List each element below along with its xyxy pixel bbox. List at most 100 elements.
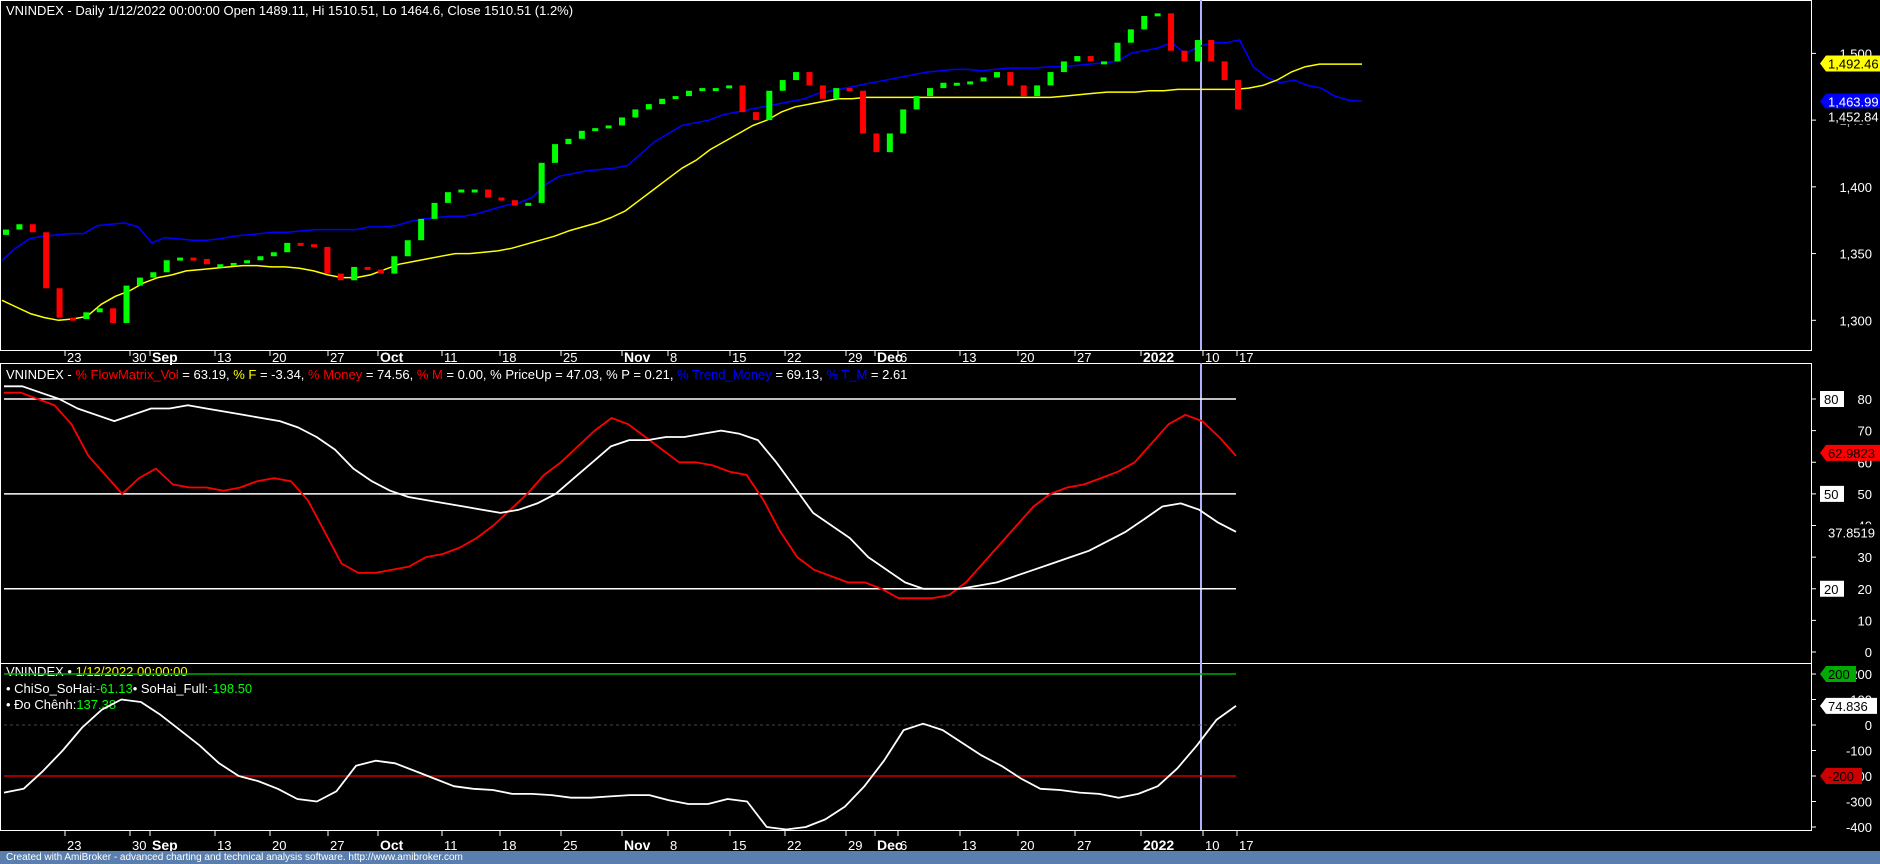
candle (712, 88, 719, 92)
candle (418, 218, 425, 241)
candle (1007, 72, 1014, 86)
flowmatrix-panel-title-segment: % FlowMatrix_Vol (75, 367, 178, 382)
candle (980, 77, 987, 82)
candle (96, 308, 103, 313)
candle (806, 72, 813, 86)
candle (860, 90, 867, 134)
flowmatrix-panel-title-segment: = 74.56, (362, 367, 417, 382)
candle (123, 285, 130, 323)
candle (83, 312, 90, 319)
candle (217, 264, 224, 268)
candle (619, 117, 625, 126)
x-tick-label: 10 (1205, 350, 1219, 365)
y-tick-label: 50 (1858, 487, 1872, 502)
y-tick-label: 70 (1858, 424, 1872, 439)
candle (270, 252, 277, 257)
candle (110, 308, 117, 323)
sohai-legend-line-segment: • Đo Chênh: (6, 697, 76, 712)
value-label-text: -200 (1828, 769, 1854, 784)
candle (1034, 85, 1041, 97)
candle (16, 224, 23, 230)
candle (43, 232, 50, 289)
candle (752, 112, 759, 121)
y-tick-label: 0 (1865, 645, 1872, 660)
candle (69, 317, 76, 321)
footer-credit: Created with AmiBroker - advanced charti… (0, 851, 1880, 864)
candle (685, 90, 692, 97)
candle (471, 189, 478, 193)
value-label-text: 1,492.46 (1828, 56, 1879, 71)
candle (1127, 29, 1134, 43)
x-tick-label: 25 (563, 350, 577, 365)
x-tick-label: Oct (380, 349, 404, 365)
candle (257, 256, 264, 261)
candle (284, 242, 291, 253)
candle (1154, 13, 1161, 17)
sohai-legend-line-segment: -198.50 (208, 681, 252, 696)
candle (29, 224, 36, 233)
value-label: 1,452.84 (1820, 108, 1880, 125)
level-label: 50 (1824, 487, 1838, 502)
y-tick-label: -100 (1846, 744, 1872, 759)
sohai-legend-line-segment: • ChiSo_SoHai: (6, 681, 96, 696)
series-line-do-chenh (3, 698, 1237, 831)
candle (1235, 80, 1241, 110)
candle (1181, 50, 1188, 62)
sohai-panel-title-segment: VNINDEX • (6, 664, 76, 679)
panel-1-frame (0, 0, 1812, 351)
flowmatrix-panel-title-segment: % T_M (826, 367, 867, 382)
candle (431, 202, 438, 219)
y-tick-label: 20 (1858, 582, 1872, 597)
candle (819, 85, 826, 99)
candle (1020, 85, 1027, 97)
y-tick-label: 1,400 (1839, 180, 1872, 195)
x-tick-label: 29 (848, 350, 862, 365)
candle (1114, 42, 1121, 62)
y-tick-label: 30 (1858, 550, 1872, 565)
value-label: 1,463.99 (1820, 93, 1880, 110)
panel-2-frame (0, 363, 1812, 664)
value-label-text: 1,463.99 (1828, 94, 1879, 109)
candle (311, 244, 317, 248)
candle (1221, 61, 1228, 81)
y-tick-label: -300 (1846, 795, 1872, 810)
flowmatrix-panel-title-segment: = 69.13, (772, 367, 827, 382)
candle (578, 130, 585, 139)
x-tick-label: 2022 (1143, 349, 1174, 365)
candle (351, 266, 358, 281)
candle (1060, 61, 1067, 73)
candle (324, 246, 331, 274)
flowmatrix-panel-title: VNINDEX - % FlowMatrix_Vol = 63.19, % F … (6, 367, 907, 382)
candle (297, 242, 304, 246)
candle (645, 104, 652, 110)
candle (3, 229, 9, 235)
candle (391, 256, 398, 274)
candle (552, 144, 559, 163)
candle (458, 189, 465, 193)
y-tick-label: 1,300 (1839, 313, 1872, 328)
value-label-text: 74.836 (1828, 699, 1868, 714)
candle (177, 257, 184, 261)
candle (726, 85, 733, 89)
x-tick-label: 22 (787, 350, 801, 365)
candle (337, 273, 344, 281)
y-tick-label: 1,350 (1839, 247, 1872, 262)
candle (498, 197, 505, 201)
flowmatrix-panel-title-segment: % Money (308, 367, 363, 382)
sohai-panel-title: VNINDEX • 1/12/2022 00:00:00 (6, 664, 188, 679)
flowmatrix-panel-title-segment: = 0.00, % PriceUp = 47.03, % P = 0.21, (443, 367, 677, 382)
y-tick-label: 10 (1858, 613, 1872, 628)
candle (1168, 13, 1175, 51)
candle (150, 272, 157, 278)
candle (967, 81, 974, 85)
price-chart-title-segment: VNINDEX - Daily 1/12/2022 00:00:00 Open … (6, 3, 573, 18)
candle (1194, 40, 1201, 62)
sohai-panel-title-segment: 1/12/2022 00:00:00 (76, 664, 188, 679)
sohai-legend-line: • Đo Chênh:137.38 (6, 697, 116, 712)
candle (766, 90, 773, 121)
x-tick-label: Dec (877, 349, 903, 365)
level-label: 80 (1824, 392, 1838, 407)
candle (136, 277, 143, 286)
value-label-text: 62.9823 (1828, 446, 1875, 461)
candle (1141, 16, 1148, 30)
